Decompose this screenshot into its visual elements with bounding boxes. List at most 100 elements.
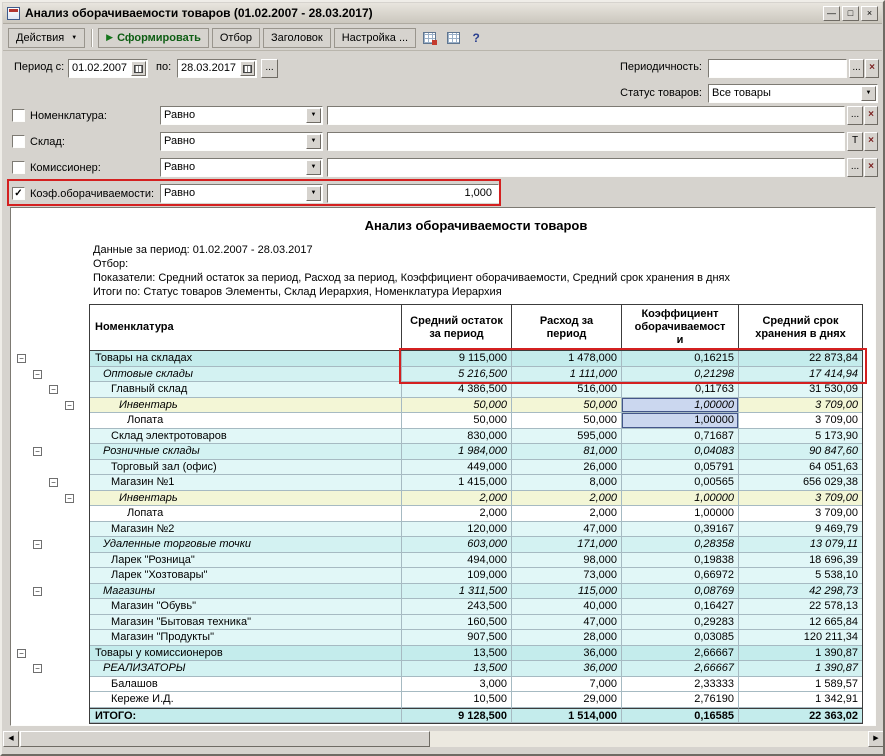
nomenclature-cell[interactable]: Товары у комиссионеров [90,646,402,662]
column-header-expense[interactable]: Расход за период [512,305,622,351]
value-cell[interactable]: 0,39167 [622,522,739,538]
nomenclature-cell[interactable]: Магазин №2 [90,522,402,538]
value-cell[interactable]: 1,00000 [622,506,739,522]
commission-condition-select[interactable]: Равно ▼ [160,158,323,177]
value-cell[interactable]: 3 709,00 [739,398,862,414]
value-cell[interactable]: 2,66667 [622,646,739,662]
value-cell[interactable]: 5 216,500 [402,367,512,383]
table-settings-button[interactable] [419,28,440,48]
nomenclature-cell[interactable]: Удаленные торговые точки [90,537,402,553]
warehouse-value-input[interactable] [327,132,845,151]
tree-expander-icon[interactable]: − [65,401,74,410]
value-cell[interactable]: 656 029,38 [739,475,862,491]
value-cell[interactable]: 0,19838 [622,553,739,569]
filter-button[interactable]: Отбор [212,28,260,48]
value-cell[interactable]: 120 211,34 [739,630,862,646]
nomenclature-cell[interactable]: Магазины [90,584,402,600]
horizontal-scrollbar[interactable]: ◀ ▶ [3,731,884,747]
value-cell[interactable]: 64 051,63 [739,460,862,476]
close-button[interactable]: × [861,6,878,21]
value-cell[interactable]: 0,29283 [622,615,739,631]
value-cell[interactable]: 1,00000 [622,491,739,507]
value-cell[interactable]: 907,500 [402,630,512,646]
generate-button[interactable]: ▶ Сформировать [98,28,209,48]
tree-expander-icon[interactable]: − [49,478,58,487]
value-cell[interactable]: 109,000 [402,568,512,584]
nomenclature-cell[interactable]: Ларек "Хозтовары" [90,568,402,584]
value-cell[interactable]: 73,000 [512,568,622,584]
scroll-left-icon[interactable]: ◀ [3,731,19,747]
nomenclature-cell[interactable]: РЕАЛИЗАТОРЫ [90,661,402,677]
value-cell[interactable]: 1 984,000 [402,444,512,460]
commission-value-input[interactable] [327,158,845,177]
period-to-input[interactable]: 28.03.2017 [177,59,257,78]
nomenclature-cell[interactable]: Склад электротоваров [90,429,402,445]
value-cell[interactable]: 42 298,73 [739,584,862,600]
tree-expander-icon[interactable]: − [65,494,74,503]
value-cell[interactable]: 1 589,57 [739,677,862,693]
chevron-down-icon[interactable]: ▼ [861,86,876,101]
actions-button[interactable]: Действия ▼ [8,28,85,48]
value-cell[interactable]: 47,000 [512,522,622,538]
value-cell[interactable]: 120,000 [402,522,512,538]
value-cell[interactable]: 3,000 [402,677,512,693]
value-cell[interactable]: 5 538,10 [739,568,862,584]
value-cell[interactable]: 3 709,00 [739,506,862,522]
nomenclature-checkbox[interactable] [12,109,25,122]
nomenclature-cell[interactable]: Магазин №1 [90,475,402,491]
value-cell[interactable]: 1 415,000 [402,475,512,491]
value-cell[interactable]: 90 847,60 [739,444,862,460]
tree-expander-icon[interactable]: − [33,664,42,673]
value-cell[interactable]: 50,000 [512,413,622,429]
nomenclature-cell[interactable]: Инвентарь [90,398,402,414]
tree-expander-icon[interactable]: − [33,447,42,456]
value-cell[interactable]: 2,000 [402,491,512,507]
warehouse-condition-select[interactable]: Равно ▼ [160,132,323,151]
warehouse-type-button[interactable]: T [847,132,863,151]
value-cell[interactable]: 0,28358 [622,537,739,553]
nomenclature-condition-select[interactable]: Равно ▼ [160,106,323,125]
value-cell[interactable]: 0,16427 [622,599,739,615]
warehouse-clear-button[interactable]: × [864,132,878,151]
nomenclature-cell[interactable]: Торговый зал (офис) [90,460,402,476]
value-cell[interactable]: 40,000 [512,599,622,615]
tree-expander-icon[interactable]: − [49,385,58,394]
value-cell[interactable]: 81,000 [512,444,622,460]
periodicity-more-button[interactable]: ... [849,59,864,78]
value-cell[interactable]: 160,500 [402,615,512,631]
value-cell[interactable]: 3 709,00 [739,491,862,507]
value-cell[interactable]: 449,000 [402,460,512,476]
value-cell[interactable]: 7,000 [512,677,622,693]
chevron-down-icon[interactable]: ▼ [306,134,321,149]
value-cell[interactable]: 0,21298 [622,367,739,383]
nomenclature-value-input[interactable] [327,106,845,125]
periodicity-clear-button[interactable]: × [865,59,879,78]
nomenclature-cell[interactable]: Главный склад [90,382,402,398]
tree-expander-icon[interactable]: − [33,587,42,596]
scrollbar-thumb[interactable] [20,731,430,747]
value-cell[interactable]: 2,76190 [622,692,739,708]
value-cell[interactable]: 0,00565 [622,475,739,491]
nomenclature-cell[interactable]: Розничные склады [90,444,402,460]
value-cell[interactable]: 10,500 [402,692,512,708]
nomenclature-cell[interactable]: Товары на складах [90,351,402,367]
value-cell[interactable]: 13 079,11 [739,537,862,553]
value-cell[interactable]: 1 311,500 [402,584,512,600]
value-cell[interactable]: 2,33333 [622,677,739,693]
value-cell[interactable]: 50,000 [402,398,512,414]
value-cell[interactable]: 12 665,84 [739,615,862,631]
value-cell[interactable]: 17 414,94 [739,367,862,383]
nomenclature-cell[interactable]: Магазин "Продукты" [90,630,402,646]
value-cell[interactable]: 36,000 [512,646,622,662]
periodicity-input[interactable] [708,59,847,78]
value-cell[interactable]: 830,000 [402,429,512,445]
value-cell[interactable]: 2,000 [512,506,622,522]
calendar-icon[interactable] [131,61,146,76]
value-cell[interactable]: 0,03085 [622,630,739,646]
value-cell[interactable]: 22 578,13 [739,599,862,615]
tree-expander-icon[interactable]: − [33,540,42,549]
scroll-right-icon[interactable]: ▶ [868,731,884,747]
value-cell[interactable]: 47,000 [512,615,622,631]
value-cell[interactable]: 603,000 [402,537,512,553]
tree-expander-icon[interactable]: − [17,354,26,363]
